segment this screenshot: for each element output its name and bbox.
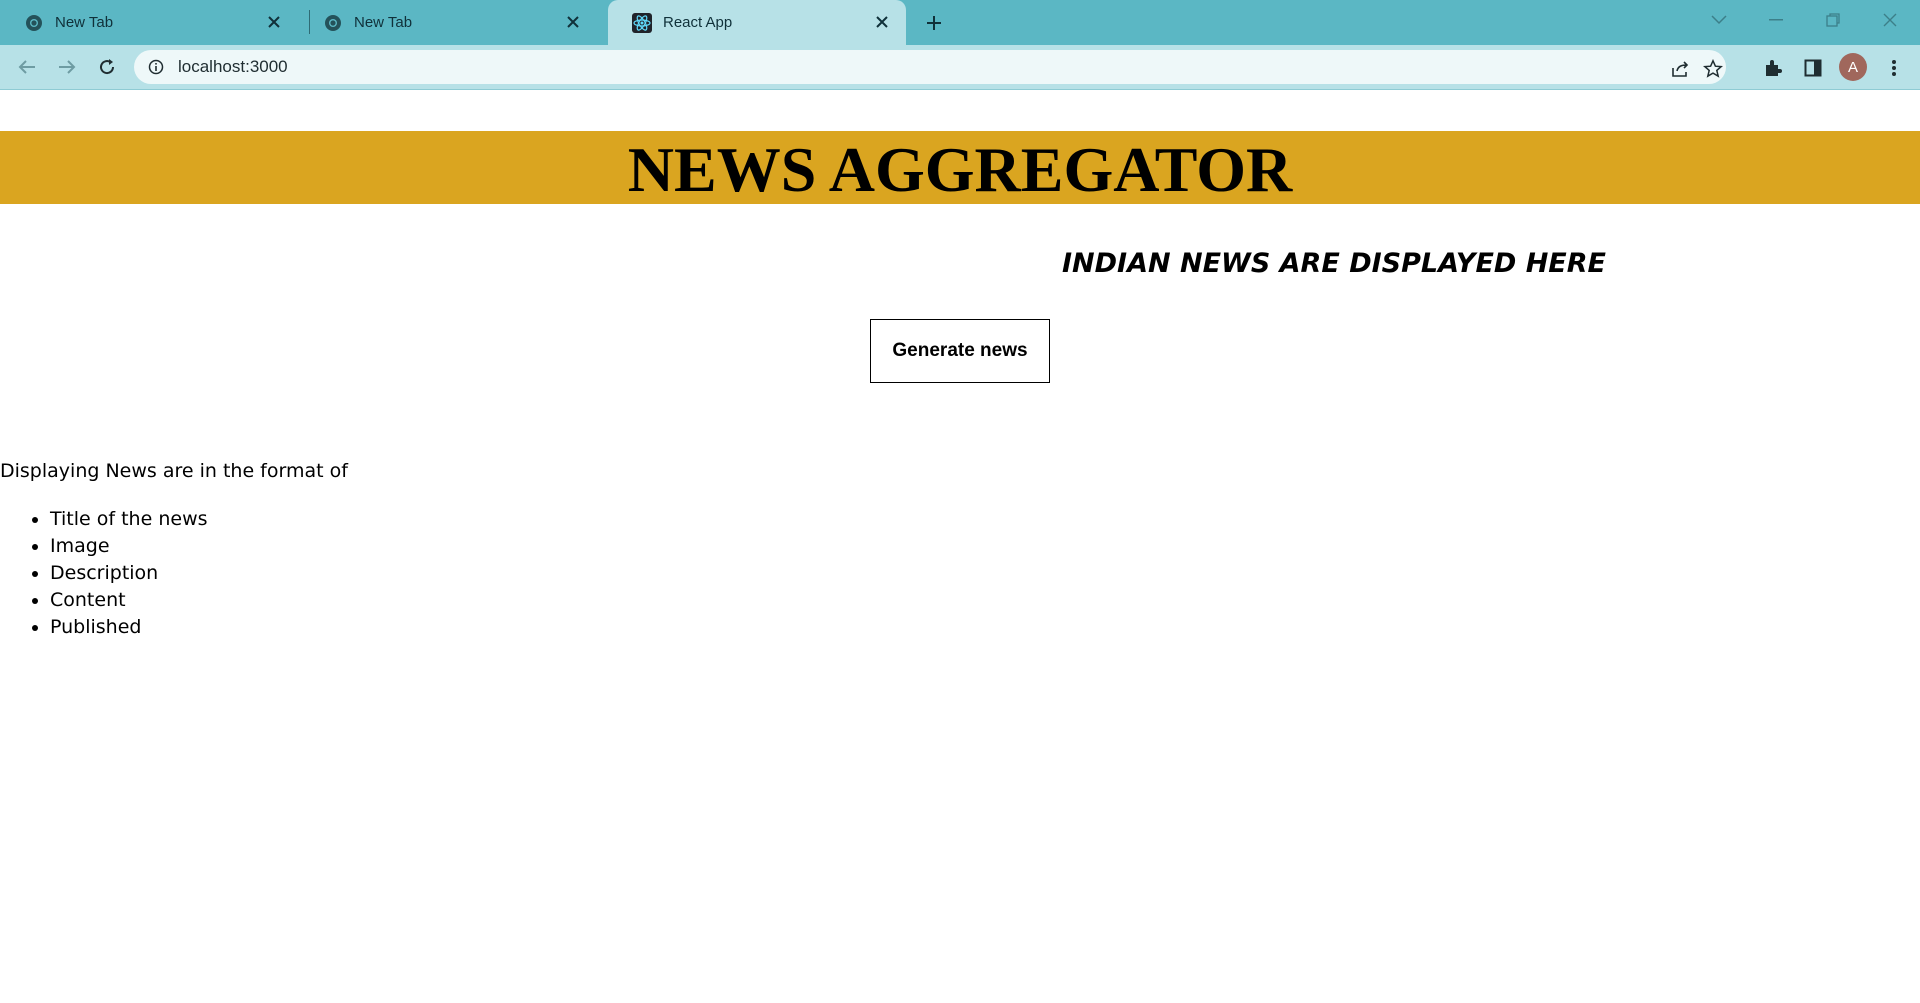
format-list: Title of the news Image Description Cont… (50, 506, 208, 641)
header-banner: NEWS AGGREGATOR (0, 131, 1920, 205)
list-item: Content (50, 587, 208, 614)
toolbar-divider (0, 89, 1920, 90)
address-bar[interactable]: localhost:3000 (134, 50, 1726, 84)
reload-icon (100, 59, 115, 75)
tab-new-tab-1[interactable]: New Tab (0, 0, 298, 45)
tab-search-button[interactable] (1703, 6, 1735, 34)
arrow-left-icon (18, 60, 35, 74)
reload-button[interactable] (92, 52, 122, 82)
chrome-icon (323, 13, 343, 33)
page-title: NEWS AGGREGATOR (627, 134, 1293, 205)
tab-label: New Tab (354, 14, 413, 31)
format-intro-text: Displaying News are in the format of (0, 460, 348, 482)
tab-react-app[interactable]: React App (608, 0, 906, 45)
generate-news-button[interactable]: Generate news (870, 319, 1050, 383)
new-tab-button[interactable] (920, 9, 948, 37)
restore-button[interactable] (1817, 6, 1849, 34)
close-icon[interactable] (563, 12, 583, 32)
list-item: Description (50, 560, 208, 587)
list-item: Published (50, 614, 208, 641)
avatar[interactable]: A (1839, 53, 1867, 81)
tab-new-tab-2[interactable]: New Tab (299, 0, 597, 45)
minimize-icon (1769, 19, 1783, 21)
chrome-icon (24, 13, 44, 33)
forward-button[interactable] (52, 52, 82, 82)
minimize-button[interactable] (1760, 6, 1792, 34)
url-text[interactable]: localhost:3000 (178, 50, 288, 84)
close-icon[interactable] (264, 12, 284, 32)
list-item: Image (50, 533, 208, 560)
restore-icon (1826, 13, 1840, 27)
info-icon[interactable] (147, 58, 165, 76)
back-button[interactable] (12, 52, 42, 82)
list-item: Title of the news (50, 506, 208, 533)
tab-strip: New Tab New Tab React App (0, 0, 1920, 45)
plus-icon (927, 16, 941, 30)
page-subtitle: INDIAN NEWS ARE DISPLAYED HERE (1062, 248, 1606, 279)
tab-label: New Tab (55, 14, 114, 31)
react-icon (632, 12, 652, 33)
extensions-icon[interactable] (1761, 56, 1785, 80)
browser-toolbar: localhost:3000 A (0, 45, 1920, 89)
chevron-down-icon (1711, 15, 1727, 25)
side-panel-icon[interactable] (1801, 56, 1825, 80)
more-menu-icon[interactable] (1882, 56, 1906, 80)
close-icon (1883, 13, 1897, 27)
close-window-button[interactable] (1874, 6, 1906, 34)
share-icon[interactable] (1670, 58, 1692, 80)
star-icon[interactable] (1702, 58, 1724, 80)
arrow-right-icon (59, 60, 76, 74)
close-icon[interactable] (872, 12, 892, 32)
tab-label: React App (663, 14, 733, 31)
